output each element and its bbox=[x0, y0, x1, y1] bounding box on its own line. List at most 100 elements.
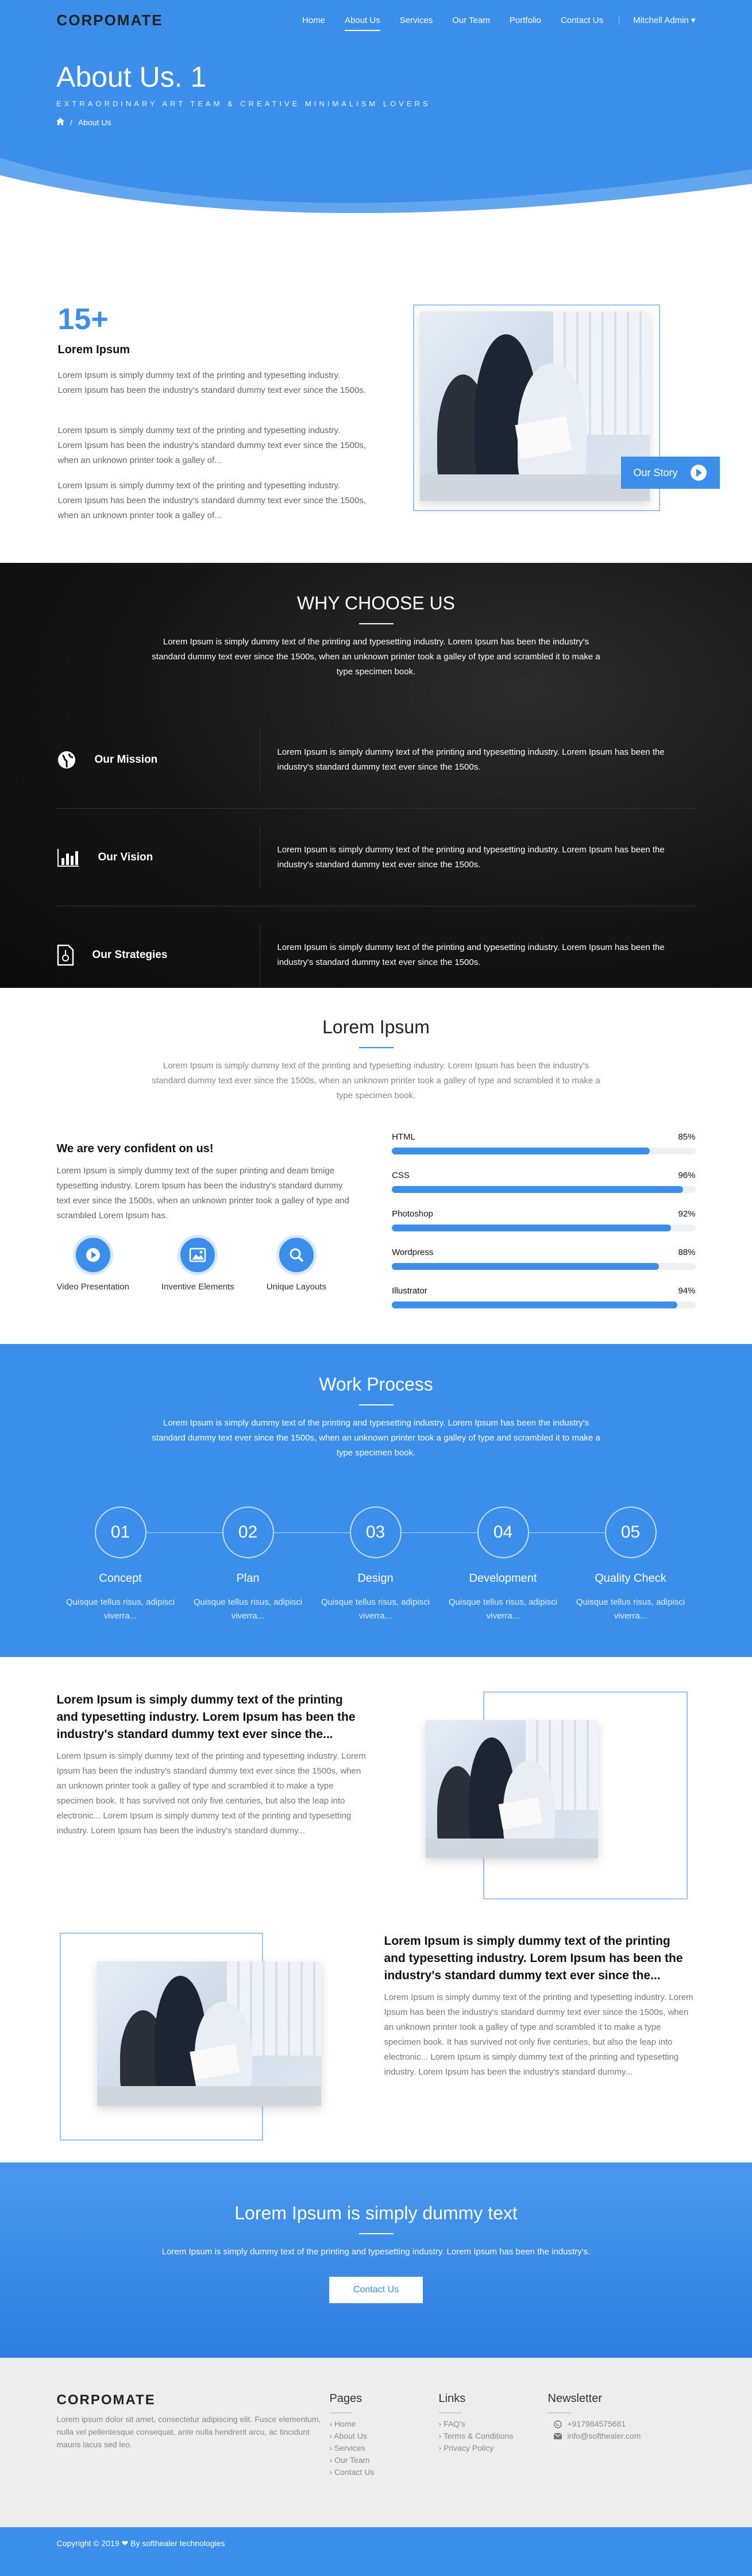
footer-newsletter: Newsletter +917984575681 info@softhealer… bbox=[547, 2392, 692, 2478]
why-label: Our Vision bbox=[98, 851, 153, 863]
footer-link[interactable]: FAQ's bbox=[439, 2418, 548, 2430]
feature-block-heading: Lorem Ipsum is simply dummy text of the … bbox=[384, 1934, 683, 1982]
step-text: Quisque tellus risus, adipisci viverra..… bbox=[193, 1597, 303, 1621]
footer-link[interactable]: Terms & Conditions bbox=[439, 2430, 548, 2442]
skill-bar-wordpress: Wordpress 88% bbox=[392, 1248, 696, 1270]
step-text: Quisque tellus risus, adipisci viverra..… bbox=[576, 1597, 685, 1621]
feature-unique-layouts[interactable]: Unique Layouts bbox=[267, 1235, 326, 1292]
footer-link[interactable]: Contact Us bbox=[330, 2466, 439, 2478]
cta-title: Lorem Ipsum is simply dummy text bbox=[234, 2203, 518, 2223]
why-row-mission: Our Mission Lorem Ipsum is simply dummy … bbox=[56, 711, 696, 809]
feature-inventive-elements[interactable]: Inventive Elements bbox=[161, 1235, 234, 1292]
footer-link[interactable]: Privacy Policy bbox=[439, 2442, 548, 2454]
about-heading: Lorem Ipsum bbox=[57, 343, 130, 356]
about-text: 15+ Lorem Ipsum Lorem Ipsum is simply du… bbox=[57, 304, 367, 534]
hero-banner: CORPOMATE Home About Us Services Our Tea… bbox=[0, 0, 752, 215]
email-address[interactable]: info@softhealer.com bbox=[568, 2430, 641, 2442]
feature-video-presentation[interactable]: Video Presentation bbox=[57, 1235, 129, 1292]
skill-bar-fill bbox=[392, 1301, 677, 1308]
page-subtitle: EXTRAORDINARY ART TEAM & CREATIVE MINIMA… bbox=[56, 99, 431, 108]
image-icon bbox=[178, 1235, 218, 1275]
title-underline bbox=[358, 1404, 394, 1405]
experience-number: 15+ bbox=[57, 303, 109, 336]
nav-services[interactable]: Services bbox=[390, 16, 443, 25]
process-step: 02 Plan Quisque tellus risus, adipisci v… bbox=[184, 1507, 312, 1623]
title-underline bbox=[358, 623, 394, 624]
skill-percent: 88% bbox=[678, 1248, 696, 1257]
why-title: WHY CHOOSE US bbox=[297, 593, 455, 613]
confidence-block: We are very confident on us! Lorem Ipsum… bbox=[57, 1132, 358, 1324]
call-to-action-section: Lorem Ipsum is simply dummy text Lorem I… bbox=[0, 2162, 752, 2358]
why-row-text: Lorem Ipsum is simply dummy text of the … bbox=[277, 943, 665, 967]
user-menu[interactable]: Mitchell Admin ▾ bbox=[619, 15, 696, 25]
home-icon[interactable] bbox=[56, 118, 64, 127]
play-icon bbox=[690, 465, 707, 481]
why-intro: Lorem Ipsum is simply dummy text of the … bbox=[152, 637, 600, 677]
step-title: Plan bbox=[236, 1572, 260, 1585]
footer: CORPOMATE Lorem ipsum dolor sit amet, co… bbox=[0, 2358, 752, 2527]
step-number: 04 bbox=[477, 1507, 529, 1558]
feature-block: Lorem Ipsum is simply dummy text of the … bbox=[57, 1691, 696, 1927]
nav-our-team[interactable]: Our Team bbox=[442, 16, 500, 25]
copyright-text: Copyright © 2019 ❤ By softhealer technol… bbox=[56, 2539, 225, 2548]
skill-percent: 96% bbox=[678, 1171, 696, 1180]
confidence-heading: We are very confident on us! bbox=[56, 1142, 214, 1155]
nav-home[interactable]: Home bbox=[292, 16, 335, 25]
step-title: Development bbox=[469, 1572, 537, 1585]
skill-name: Illustrator bbox=[392, 1286, 427, 1296]
breadcrumb-separator: / bbox=[70, 118, 72, 127]
skills-title: Lorem Ipsum bbox=[322, 1017, 430, 1037]
about-paragraph: Lorem Ipsum is simply dummy text of the … bbox=[57, 426, 366, 465]
footer-link[interactable]: Our Team bbox=[330, 2454, 439, 2466]
why-label: Our Strategies bbox=[92, 949, 168, 961]
about-paragraph: Lorem Ipsum is simply dummy text of the … bbox=[57, 370, 366, 395]
process-step: 03 Design Quisque tellus risus, adipisci… bbox=[312, 1507, 439, 1623]
feature-block-text: Lorem Ipsum is simply dummy text of the … bbox=[384, 1992, 693, 2077]
title-underline bbox=[358, 1047, 394, 1048]
skill-bar-css: CSS 96% bbox=[392, 1171, 696, 1193]
step-number: 02 bbox=[222, 1507, 274, 1558]
feature-label: Unique Layouts bbox=[266, 1282, 326, 1292]
bar-chart-icon bbox=[57, 848, 80, 867]
footer-pages: Pages Home About Us Services Our Team Co… bbox=[329, 2392, 439, 2478]
feature-blocks-section: Lorem Ipsum is simply dummy text of the … bbox=[0, 1657, 752, 2162]
nav-about-us[interactable]: About Us bbox=[335, 16, 390, 31]
process-step: 01 Concept Quisque tellus risus, adipisc… bbox=[57, 1507, 184, 1623]
skill-bar-fill bbox=[392, 1186, 684, 1193]
footer-link[interactable]: Home bbox=[330, 2418, 439, 2430]
contact-us-button[interactable]: Contact Us bbox=[329, 2277, 423, 2303]
footer-logo[interactable]: CORPOMATE bbox=[57, 2392, 330, 2408]
top-navbar: CORPOMATE Home About Us Services Our Tea… bbox=[0, 0, 752, 40]
step-number: 03 bbox=[349, 1507, 402, 1558]
step-title: Concept bbox=[99, 1572, 142, 1585]
why-row-strategies: Our Strategies Lorem Ipsum is simply dum… bbox=[57, 906, 696, 1004]
feature-block: Lorem Ipsum is simply dummy text of the … bbox=[57, 1933, 696, 2168]
confidence-text: Lorem Ipsum is simply dummy text of the … bbox=[56, 1166, 350, 1221]
phone-number[interactable]: +917984575681 bbox=[568, 2418, 626, 2430]
page-title: About Us. 1 bbox=[56, 61, 207, 93]
title-underline bbox=[358, 2233, 394, 2234]
why-row-vision: Our Vision Lorem Ipsum is simply dummy t… bbox=[56, 809, 696, 906]
footer-about-text: Lorem ipsum dolor sit amet, consectetur … bbox=[56, 2415, 321, 2449]
process-steps: 01 Concept Quisque tellus risus, adipisc… bbox=[57, 1507, 696, 1623]
skill-name: Photoshop bbox=[392, 1209, 433, 1219]
why-choose-us-section: WHY CHOOSE US Lorem Ipsum is simply dumm… bbox=[0, 563, 752, 988]
footer-link[interactable]: Services bbox=[330, 2442, 439, 2454]
footer-link[interactable]: About Us bbox=[330, 2430, 439, 2442]
site-logo[interactable]: CORPOMATE bbox=[57, 11, 163, 29]
mail-icon bbox=[553, 2433, 562, 2439]
feature-list: Video Presentation Inventive Elements Un… bbox=[57, 1235, 358, 1292]
skills-intro: Lorem Ipsum is simply dummy text of the … bbox=[152, 1061, 600, 1100]
skill-name: CSS bbox=[392, 1171, 410, 1180]
process-step: 04 Development Quisque tellus risus, adi… bbox=[439, 1507, 567, 1623]
skill-bar-illustrator: Illustrator 94% bbox=[392, 1286, 696, 1308]
step-text: Quisque tellus risus, adipisci viverra..… bbox=[65, 1597, 175, 1621]
hero-wave-shape bbox=[0, 158, 752, 215]
step-title: Design bbox=[357, 1572, 394, 1585]
step-text: Quisque tellus risus, adipisci viverra..… bbox=[448, 1597, 558, 1621]
feature-block-text: Lorem Ipsum is simply dummy text of the … bbox=[56, 1751, 366, 1836]
why-rows: Our Mission Lorem Ipsum is simply dummy … bbox=[56, 711, 696, 1004]
our-story-button[interactable]: Our Story bbox=[620, 457, 720, 489]
nav-contact-us[interactable]: Contact Us bbox=[551, 16, 613, 25]
nav-portfolio[interactable]: Portfolio bbox=[500, 16, 551, 25]
